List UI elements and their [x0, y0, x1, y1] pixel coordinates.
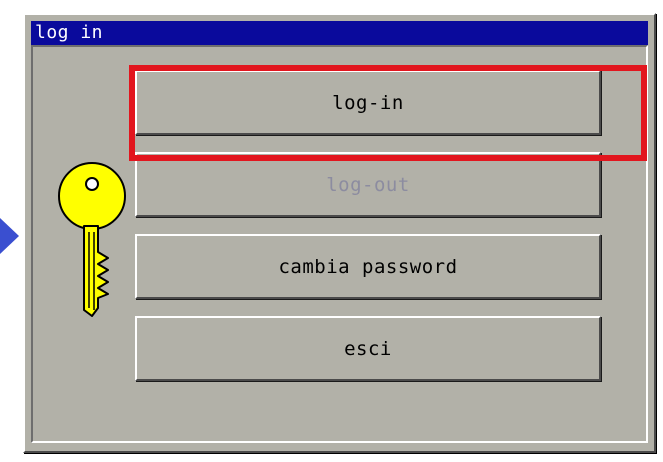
exit-button-label: esci [344, 337, 392, 360]
highlight-box [129, 65, 647, 161]
key-icon [54, 160, 130, 318]
logout-button[interactable]: log-out [135, 152, 601, 217]
screen: log in log-in log-out cambia password es… [0, 0, 663, 462]
dialog-title-bar: log in [31, 21, 648, 45]
change-password-button-label: cambia password [278, 255, 458, 278]
arrow-right-icon [0, 218, 19, 254]
dialog-title: log in [35, 22, 104, 43]
change-password-button[interactable]: cambia password [135, 234, 601, 299]
exit-button[interactable]: esci [135, 316, 601, 381]
logout-button-label: log-out [326, 173, 410, 196]
